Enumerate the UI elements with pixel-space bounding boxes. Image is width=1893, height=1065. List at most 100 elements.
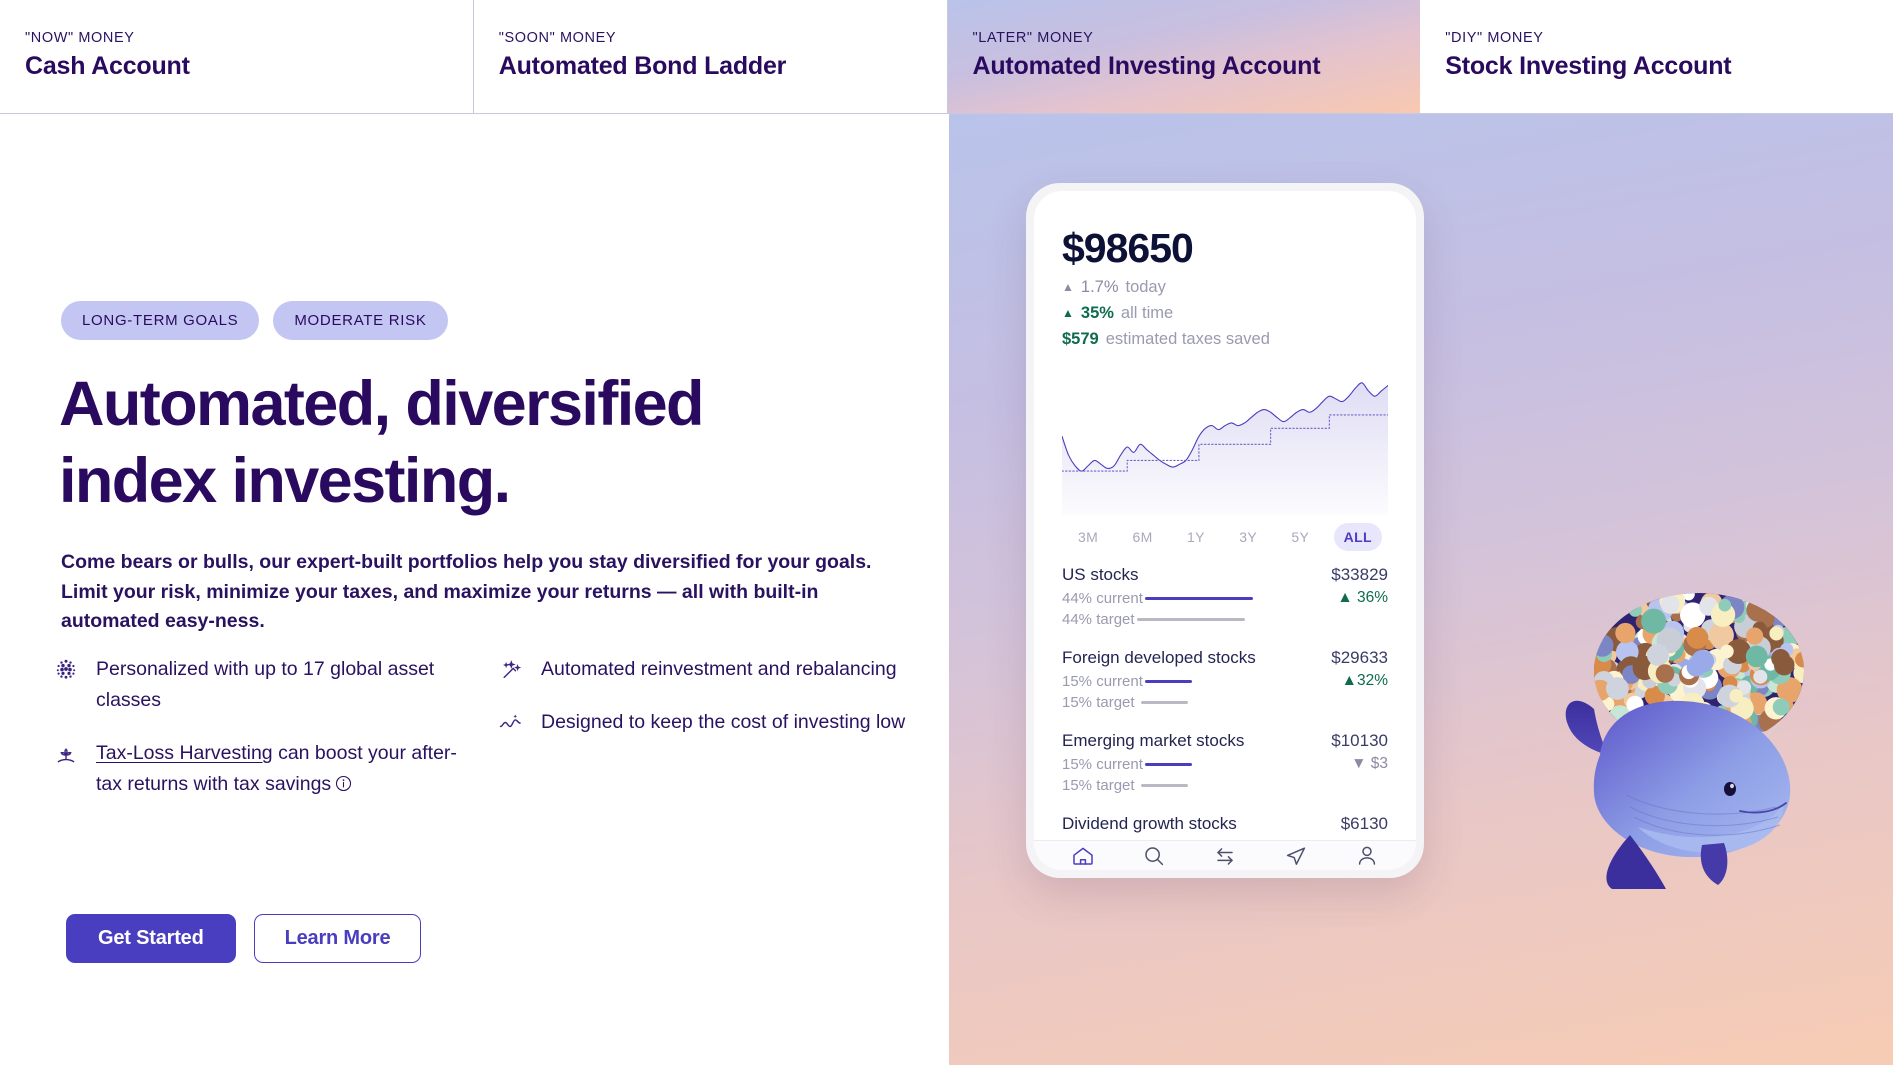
headline-line-2: index investing. [59,446,511,516]
send-icon[interactable] [1283,843,1309,869]
holding-current-label: 44% current [1062,589,1143,607]
stat-today: ▲ 1.7% today [1062,278,1388,297]
holding-row-us-stocks[interactable]: US stocks $33829 44% current ▲ 36% 44% t… [1062,565,1388,628]
profile-icon[interactable] [1354,843,1380,869]
phone-bottom-navbar [1034,840,1416,870]
hero-right-panel: $98650 ▲ 1.7% today ▲ 35% all time $579 … [949,114,1893,1065]
feature-column-left: Personalized with up to 17 global asset … [50,654,495,824]
holding-value: $29633 [1331,648,1388,667]
stat-all-time: ▲ 35% all time [1062,304,1388,323]
stat-label: estimated taxes saved [1105,330,1270,348]
holding-name: Emerging market stocks [1062,731,1245,750]
tab-title: Automated Investing Account [972,52,1321,80]
tab-eyebrow: "SOON" MONEY [498,30,617,46]
holding-current-bar [1144,679,1192,683]
holding-row-foreign-developed-stocks[interactable]: Foreign developed stocks $29633 15% curr… [1062,648,1388,711]
holding-name: Dividend growth stocks [1062,814,1237,833]
holding-current-bar [1144,762,1192,766]
tab-title: Cash Account [25,52,190,80]
period-1y[interactable]: 1Y [1177,523,1215,551]
trend-line-icon [495,707,527,737]
feature-text: Designed to keep the cost of investing l… [541,711,906,733]
tab-eyebrow: "LATER" MONEY [972,30,1094,46]
tax-loss-harvesting-link[interactable]: Tax-Loss Harvesting [96,742,273,764]
up-arrow-icon: ▲ [1341,672,1357,689]
holding-value: $10130 [1331,731,1388,750]
magic-wand-icon [495,654,527,684]
stat-label: all time [1120,304,1174,322]
holding-target-bar [1140,784,1188,787]
holding-target-bar [1136,618,1245,621]
holding-row-emerging-market-stocks[interactable]: Emerging market stocks $10130 15% curren… [1062,731,1388,794]
dot-cluster-icon [50,654,82,684]
holding-current-label: 15% current [1062,755,1143,773]
info-icon[interactable] [335,771,352,802]
portfolio-balance: $98650 [1062,225,1194,271]
page-title: Automated, diversified index investing. [59,366,879,520]
feature-item-automated-reinvestment: Automated reinvestment and rebalancing [495,654,940,685]
feature-item-low-cost: Designed to keep the cost of investing l… [495,707,940,738]
home-icon[interactable] [1070,843,1096,869]
holding-target-label: 44% target [1062,611,1135,628]
get-started-button[interactable]: Get Started [66,914,236,963]
up-arrow-icon: ▲ [1337,589,1353,606]
holding-value: $6130 [1340,814,1388,833]
stat-value: 1.7% [1080,278,1119,296]
tab-stock-investing-account[interactable]: "DIY" MONEY Stock Investing Account [1420,0,1893,113]
period-all[interactable]: ALL [1333,523,1382,551]
time-period-selector: 3M 6M 1Y 3Y 5Y ALL [1062,517,1388,551]
holdings-list: US stocks $33829 44% current ▲ 36% 44% t… [1062,565,1388,834]
holding-row-dividend-growth-stocks[interactable]: Dividend growth stocks $6130 [1062,814,1388,834]
holding-name: Foreign developed stocks [1062,648,1256,667]
feature-column-right: Automated reinvestment and rebalancing D… [495,654,940,824]
holding-delta: ▼ $3 [1351,755,1388,773]
sprout-icon [50,738,82,768]
chart-svg [1062,363,1388,515]
period-5y[interactable]: 5Y [1281,523,1319,551]
holding-delta-value: 36% [1356,589,1388,606]
hero-left-panel: LONG-TERM GOALS MODERATE RISK Automated,… [0,114,949,1065]
holding-delta: ▲ 36% [1337,589,1388,607]
learn-more-button[interactable]: Learn More [253,914,422,963]
tab-eyebrow: "DIY" MONEY [1445,30,1544,46]
period-6m[interactable]: 6M [1123,523,1163,551]
whale-balloons-illustration [1565,593,1804,889]
tab-title: Stock Investing Account [1445,52,1732,80]
chart-area-fill [1062,382,1388,515]
stat-value: $579 [1062,330,1099,348]
stat-taxes-saved: $579 estimated taxes saved [1062,330,1388,349]
tab-automated-investing-account[interactable]: "LATER" MONEY Automated Investing Accoun… [947,0,1421,113]
search-icon[interactable] [1141,843,1167,869]
pill-moderate-risk: MODERATE RISK [273,301,448,340]
hero-pill-group: LONG-TERM GOALS MODERATE RISK [61,301,448,340]
portfolio-summary: $98650 ▲ 1.7% today ▲ 35% all time $579 … [1034,191,1416,840]
holding-current-label: 15% current [1062,672,1143,690]
up-arrow-icon: ▲ [1062,280,1074,294]
feature-text: Automated reinvestment and rebalancing [541,658,897,680]
feature-text: Personalized with up to 17 global asset … [96,658,435,711]
holding-target-bar [1140,701,1188,704]
feature-text: Tax-Loss Harvesting can boost your after… [96,738,465,802]
holding-target-label: 15% target [1062,694,1135,711]
feature-item-tax-loss-harvesting: Tax-Loss Harvesting can boost your after… [50,738,495,802]
holding-current-bar [1144,596,1253,600]
stat-value: 35% [1080,304,1114,322]
up-arrow-icon: ▲ [1062,306,1074,320]
phone-mockup: $98650 ▲ 1.7% today ▲ 35% all time $579 … [1026,183,1424,878]
pill-long-term-goals: LONG-TERM GOALS [61,301,260,340]
performance-chart [1062,363,1388,515]
transfer-icon[interactable] [1212,843,1238,869]
tab-eyebrow: "NOW" MONEY [25,30,135,46]
holding-target-label: 15% target [1062,777,1135,794]
holding-delta-value: $3 [1370,755,1388,772]
tab-automated-bond-ladder[interactable]: "SOON" MONEY Automated Bond Ladder [474,0,948,113]
cta-button-group: Get Started Learn More [66,914,422,963]
phone-screen: $98650 ▲ 1.7% today ▲ 35% all time $579 … [1034,191,1416,870]
feature-list: Personalized with up to 17 global asset … [50,654,940,824]
page-root: "NOW" MONEY Cash Account "SOON" MONEY Au… [0,0,1893,1065]
hero-subheading: Come bears or bulls, our expert-built po… [61,551,872,632]
tab-cash-account[interactable]: "NOW" MONEY Cash Account [0,0,474,113]
period-3m[interactable]: 3M [1068,523,1108,551]
period-3y[interactable]: 3Y [1229,523,1267,551]
headline-line-1: Automated, diversified [59,369,705,439]
